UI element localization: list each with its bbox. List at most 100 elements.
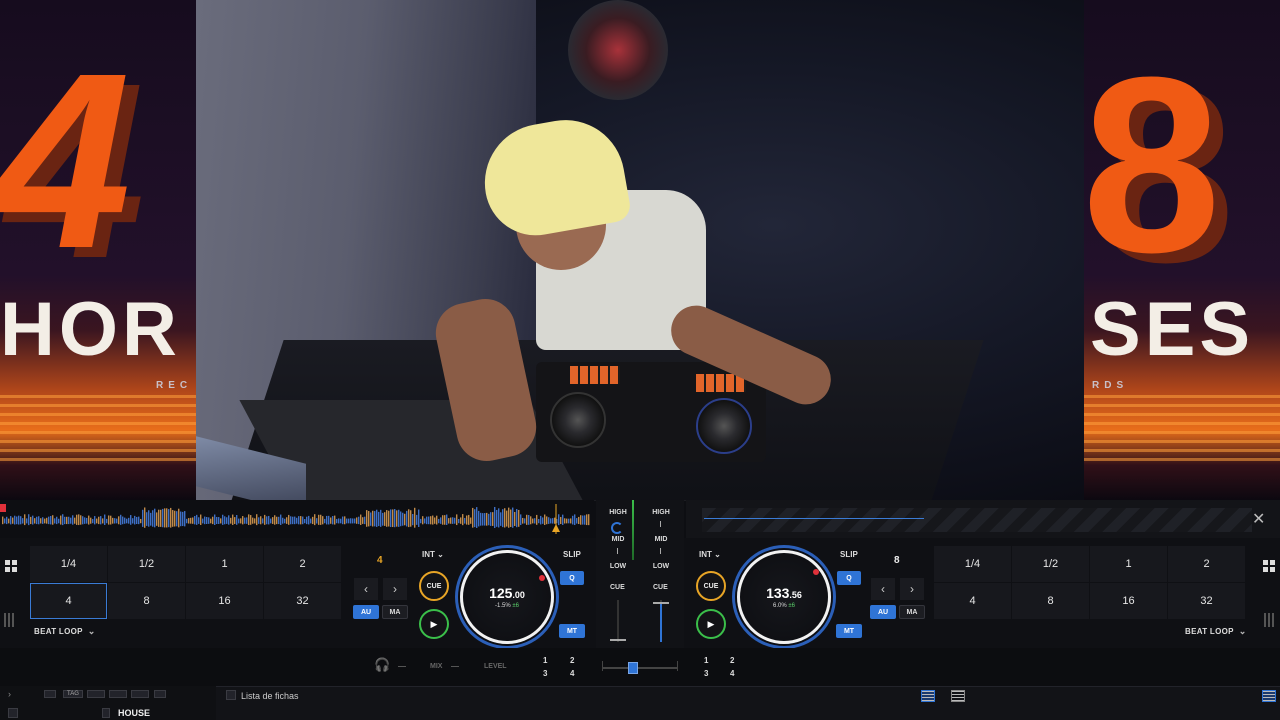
- platter-left[interactable]: 125.00 -1.5% ±6: [460, 550, 554, 644]
- waveform-sample: [90, 517, 92, 524]
- loop-next-button-right[interactable]: ›: [900, 578, 924, 600]
- eq-mid-knob-a[interactable]: [617, 548, 618, 554]
- eq-high-knob-a[interactable]: [611, 522, 623, 534]
- waveform-sample: [462, 514, 464, 526]
- play-button-right[interactable]: ▶: [696, 609, 726, 639]
- int-dropdown-right[interactable]: INT ⌄: [699, 550, 721, 559]
- platter-right[interactable]: 133.56 6.0% ±6: [737, 550, 831, 644]
- loop-size-right: 8: [894, 555, 900, 566]
- playlist-house[interactable]: HOUSE: [118, 708, 150, 718]
- beat-loop-dropdown-left[interactable]: BEAT LOOP ⌄: [34, 626, 96, 637]
- waveform-sample: [56, 516, 58, 525]
- beat-loop-dropdown-right[interactable]: BEAT LOOP ⌄: [1185, 626, 1247, 637]
- fx-slot[interactable]: 3: [704, 669, 708, 678]
- list-view-button[interactable]: [921, 690, 935, 702]
- fx-slot[interactable]: 1: [704, 656, 708, 665]
- fx-slot[interactable]: 3: [543, 669, 547, 678]
- loop-pad[interactable]: 2: [264, 546, 341, 582]
- tag-button[interactable]: TAG: [63, 690, 83, 698]
- monitor-icon[interactable]: [44, 690, 56, 698]
- list-icon[interactable]: [154, 690, 166, 698]
- loop-pad[interactable]: 1/2: [108, 546, 185, 582]
- mixer-cue-a[interactable]: CUE: [610, 584, 625, 591]
- fx-slot[interactable]: 4: [730, 669, 734, 678]
- loop-pad[interactable]: 16: [186, 583, 263, 619]
- quantize-button-right[interactable]: Q: [837, 571, 861, 585]
- auto-button-left[interactable]: AU: [353, 605, 379, 619]
- eq-high-knob-b[interactable]: [660, 521, 661, 527]
- waveform-sample: [484, 513, 486, 526]
- panel-view-button[interactable]: [1262, 690, 1276, 702]
- crossfader-handle[interactable]: [628, 662, 638, 674]
- cue-button-left[interactable]: CUE: [419, 571, 449, 601]
- waveform-sample: [432, 515, 434, 525]
- manual-button-left[interactable]: MA: [382, 605, 408, 619]
- close-icon[interactable]: ✕: [1252, 512, 1265, 528]
- chevron-right-icon[interactable]: ›: [8, 689, 11, 699]
- waveform-sample: [544, 514, 546, 526]
- loop-prev-button-left[interactable]: ‹: [354, 578, 378, 600]
- loop-pad[interactable]: 16: [1090, 583, 1167, 619]
- waveform-sample: [412, 513, 414, 526]
- browser-tab[interactable]: [87, 690, 105, 698]
- eq-mid-knob-b[interactable]: [660, 548, 661, 554]
- pitch-display-left: -1.5% ±6: [495, 603, 519, 609]
- browser-tab[interactable]: [109, 690, 127, 698]
- fx-slot[interactable]: 1: [543, 656, 547, 665]
- loop-pad[interactable]: 1/4: [30, 546, 107, 582]
- loop-pad[interactable]: 8: [108, 583, 185, 619]
- loop-next-button-left[interactable]: ›: [383, 578, 407, 600]
- divider: [398, 666, 406, 667]
- channel-fader-b[interactable]: [660, 600, 662, 642]
- waveform-sample: [156, 512, 158, 526]
- waveform-sample: [130, 515, 132, 525]
- channel-fader-handle-b[interactable]: [653, 602, 669, 604]
- channel-fader-handle-a[interactable]: [610, 639, 626, 641]
- pads-grid-icon[interactable]: [5, 560, 17, 572]
- play-button-left[interactable]: ▶: [419, 609, 449, 639]
- manual-button-right[interactable]: MA: [899, 605, 925, 619]
- loop-pad[interactable]: 1: [186, 546, 263, 582]
- loop-pad[interactable]: 1: [1090, 546, 1167, 582]
- waveform-left[interactable]: [0, 500, 594, 538]
- master-tempo-button-left[interactable]: MT: [559, 624, 585, 638]
- quantize-button-left[interactable]: Q: [560, 571, 584, 585]
- loop-pad[interactable]: 1/2: [1012, 546, 1089, 582]
- channel-fader-a[interactable]: [617, 600, 619, 642]
- cue-button-right[interactable]: CUE: [696, 571, 726, 601]
- folder-icon[interactable]: [8, 708, 18, 718]
- int-dropdown-left[interactable]: INT ⌄: [422, 550, 444, 559]
- auto-button-right[interactable]: AU: [870, 605, 896, 619]
- slip-button-right[interactable]: SLIP: [840, 550, 858, 559]
- loop-pad[interactable]: 8: [1012, 583, 1089, 619]
- fx-slot[interactable]: 2: [570, 656, 574, 665]
- slip-button-left[interactable]: SLIP: [563, 550, 581, 559]
- bpm-decimal: .56: [789, 590, 802, 600]
- waveform-sample: [168, 509, 170, 528]
- fx-slot[interactable]: 4: [570, 669, 574, 678]
- crossfader-track[interactable]: [602, 667, 678, 669]
- waveform-sample: [248, 514, 250, 526]
- loop-prev-button-right[interactable]: ‹: [871, 578, 895, 600]
- browser-tab[interactable]: [131, 690, 149, 698]
- loop-pad[interactable]: 4: [934, 583, 1011, 619]
- headphones-icon[interactable]: 🎧: [374, 657, 390, 673]
- loop-pad[interactable]: 1/4: [934, 546, 1011, 582]
- waveform-sample: [522, 517, 524, 524]
- loop-pad[interactable]: 32: [1168, 583, 1245, 619]
- waveform-sample: [146, 512, 148, 526]
- pads-grid-icon-right[interactable]: [1263, 560, 1275, 572]
- promo-right-small: RDS: [1092, 380, 1129, 391]
- detail-view-button[interactable]: [951, 690, 965, 702]
- master-tempo-button-right[interactable]: MT: [836, 624, 862, 638]
- waveform-sample: [206, 516, 208, 525]
- loop-pad-selected[interactable]: 4: [30, 583, 107, 619]
- waveform-sample: [502, 509, 504, 528]
- loop-pad[interactable]: 2: [1168, 546, 1245, 582]
- promo-left-number: 4: [0, 21, 132, 300]
- fx-slot[interactable]: 2: [730, 656, 734, 665]
- waveform-sample: [66, 516, 68, 525]
- waveform-sample: [196, 514, 198, 525]
- mixer-cue-b[interactable]: CUE: [653, 584, 668, 591]
- loop-pad[interactable]: 32: [264, 583, 341, 619]
